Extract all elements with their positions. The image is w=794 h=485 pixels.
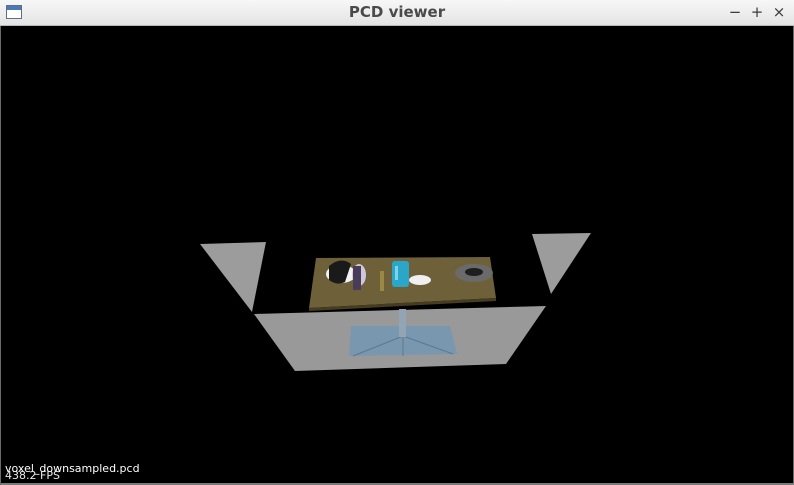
maximize-button[interactable]: +	[748, 3, 766, 21]
can-object	[392, 261, 409, 287]
window-title: PCD viewer	[348, 3, 446, 21]
stick-object	[380, 271, 384, 291]
pcd-viewer-window: PCD viewer − + × voxel_downsampled.pcd 4…	[0, 0, 794, 485]
close-button[interactable]: ×	[770, 3, 788, 21]
table-leg	[399, 309, 406, 337]
minimize-button[interactable]: −	[726, 3, 744, 21]
point-cloud-scene	[200, 233, 591, 371]
fps-counter: 438.2 FPS	[5, 469, 60, 482]
can-highlight	[395, 266, 398, 280]
tape-roll-hole	[465, 268, 483, 276]
cloth-object	[409, 275, 431, 285]
bottle-object	[353, 266, 361, 290]
title-bar[interactable]: PCD viewer − + ×	[0, 0, 794, 26]
floor-left-wing	[200, 242, 266, 312]
point-cloud-viewport[interactable]: voxel_downsampled.pcd 438.2 FPS	[0, 26, 794, 485]
floor-right-wing	[532, 233, 591, 294]
